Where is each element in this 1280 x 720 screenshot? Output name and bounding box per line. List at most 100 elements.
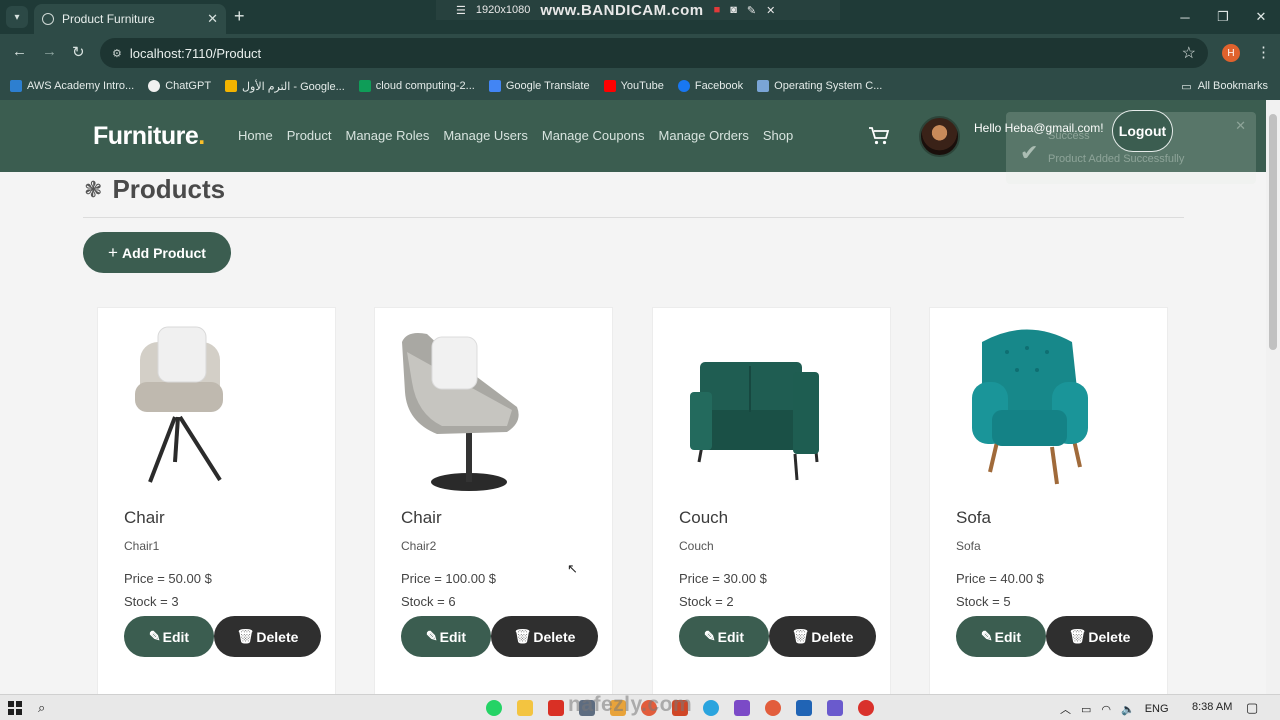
trash-icon: 🗑 <box>791 628 810 644</box>
nav-link-shop[interactable]: Shop <box>763 128 793 143</box>
product-name: Sofa <box>956 508 991 527</box>
scrollbar-thumb[interactable] <box>1269 114 1277 350</box>
profile-avatar[interactable]: H <box>1222 44 1240 62</box>
delete-button[interactable]: 🗑 Delete <box>491 616 598 657</box>
edit-button[interactable]: ✎ Edit <box>124 616 214 657</box>
acrobat-icon[interactable] <box>548 700 564 716</box>
product-price: Price = 40.00 $ <box>956 571 1044 586</box>
bookmark-item[interactable]: AWS Academy Intro... <box>10 80 134 92</box>
logout-button[interactable]: Logout <box>1112 110 1173 152</box>
record-icon: ■ <box>713 4 721 16</box>
volume-icon[interactable]: 🔈 <box>1121 703 1135 716</box>
toast-close-icon[interactable]: ✕ <box>1235 118 1246 134</box>
maximize-button[interactable]: ❐ <box>1204 0 1242 34</box>
product-price: Price = 100.00 $ <box>401 571 497 586</box>
search-icon[interactable]: ⌕ <box>38 700 45 716</box>
address-bar[interactable]: ⚙ localhost:7110/Product ☆ <box>100 38 1208 68</box>
close-icon: ✕ <box>766 4 776 17</box>
product-card: Sofa Sofa Price = 40.00 $ Stock = 5 ✎ Edi… <box>929 307 1168 694</box>
product-card: Chair Chair1 Price = 50.00 $ Stock = 3 ✎… <box>97 307 336 694</box>
bookmark-item[interactable]: ChatGPT <box>148 80 211 92</box>
checkmark-icon: ✔ <box>1020 140 1039 165</box>
taskbar-clock[interactable]: 8:38 AM <box>1192 701 1232 713</box>
recorder-brand: www.BANDICAM.com <box>540 1 704 19</box>
reload-button[interactable]: ↻ <box>72 43 85 61</box>
edit-button[interactable]: ✎ Edit <box>956 616 1046 657</box>
window-controls: ─ ❐ ✕ <box>1166 0 1280 34</box>
product-description: Couch <box>679 539 714 553</box>
site-logo[interactable]: Furniture. <box>93 122 205 151</box>
windows-start-icon[interactable] <box>8 701 22 715</box>
chevron-up-icon[interactable]: ︿ <box>1060 701 1071 717</box>
whatsapp-icon[interactable] <box>486 700 502 716</box>
url-text[interactable]: localhost:7110/Product <box>130 46 1182 61</box>
tab-search-button[interactable]: ▾ <box>6 6 28 28</box>
site-info-icon[interactable]: ⚙ <box>112 47 122 60</box>
trash-icon: 🗑 <box>513 628 532 644</box>
bookmark-item[interactable]: Facebook <box>677 80 743 92</box>
browser-tabstrip: ▾ Product Furniture ✕ + ☰ 1920x1080 www.… <box>0 0 1280 34</box>
user-avatar[interactable] <box>919 116 960 157</box>
nav-link-manage-coupons[interactable]: Manage Coupons <box>542 128 645 143</box>
nav-link-manage-users[interactable]: Manage Users <box>443 128 528 143</box>
cart-icon[interactable] <box>868 126 890 151</box>
cloud-icon <box>10 80 22 92</box>
edit-button[interactable]: ✎ Edit <box>401 616 491 657</box>
file-explorer-icon[interactable] <box>517 700 533 716</box>
delete-button[interactable]: 🗑 Delete <box>769 616 876 657</box>
delete-button[interactable]: 🗑 Delete <box>214 616 321 657</box>
page-scrollbar[interactable] <box>1266 100 1280 694</box>
bookmark-item[interactable]: Google Translate <box>488 80 590 92</box>
tab-title: Product Furniture <box>62 12 155 26</box>
close-window-button[interactable]: ✕ <box>1242 0 1280 34</box>
product-name: Chair <box>401 508 442 527</box>
minimize-button[interactable]: ─ <box>1166 0 1204 34</box>
visual-studio-icon[interactable] <box>734 700 750 716</box>
bookmark-star-icon[interactable]: ☆ <box>1182 43 1196 63</box>
forward-button[interactable]: → <box>42 43 57 60</box>
product-stock: Stock = 3 <box>124 594 179 609</box>
plus-icon: + <box>108 242 118 262</box>
drive-icon <box>225 80 238 92</box>
wifi-icon[interactable]: ◠ <box>1101 703 1111 716</box>
product-image-chair <box>135 326 223 483</box>
new-tab-button[interactable]: + <box>234 7 245 25</box>
language-indicator[interactable]: ENG <box>1145 703 1169 715</box>
nav-link-home[interactable]: Home <box>238 128 273 143</box>
add-product-button[interactable]: + Add Product <box>83 232 231 273</box>
terminal-icon[interactable] <box>827 700 843 716</box>
product-card: Chair Chair2 Price = 100.00 $ Stock = 6 … <box>374 307 613 694</box>
page-title: Products <box>112 174 226 204</box>
browser-tab[interactable]: Product Furniture ✕ <box>34 4 226 34</box>
bookmark-item[interactable]: YouTube <box>603 80 664 92</box>
nav-link-manage-roles[interactable]: Manage Roles <box>346 128 430 143</box>
product-price: Price = 30.00 $ <box>679 571 767 586</box>
bookmark-item[interactable]: cloud computing-2... <box>358 80 475 92</box>
notification-icon[interactable]: ▢ <box>1246 700 1258 716</box>
edit-button[interactable]: ✎ Edit <box>679 616 769 657</box>
nav-link-product[interactable]: Product <box>287 128 332 143</box>
recorder-bar: ☰ 1920x1080 www.BANDICAM.com ■ ◙ ✎ ✕ <box>436 0 840 20</box>
mail-icon[interactable] <box>796 700 812 716</box>
trash-icon: 🗑 <box>1068 628 1087 644</box>
recorder-resolution: 1920x1080 <box>475 4 531 16</box>
browser-menu-icon[interactable]: ⋮ <box>1256 43 1271 61</box>
watermark-text: nafezly.com <box>568 693 693 716</box>
bookmark-item[interactable]: Operating System C... <box>757 80 882 92</box>
bandicam-icon[interactable] <box>858 700 874 716</box>
product-image-couch <box>690 362 819 481</box>
flower-icon: ❃ <box>84 176 103 202</box>
bookmark-item[interactable]: الترم الأول - Google... <box>225 80 345 93</box>
delete-button[interactable]: 🗑 Delete <box>1046 616 1153 657</box>
nav-link-manage-orders[interactable]: Manage Orders <box>659 128 749 143</box>
text-cursor-icon: ↖ <box>567 561 578 576</box>
all-bookmarks-button[interactable]: ▭ All Bookmarks <box>1181 72 1268 100</box>
battery-icon[interactable]: ▭ <box>1081 703 1091 716</box>
toast-title: Success <box>1048 130 1090 142</box>
telegram-icon[interactable] <box>703 700 719 716</box>
globe-icon <box>42 13 54 25</box>
chatgpt-icon <box>148 80 161 92</box>
back-button[interactable]: ← <box>12 43 27 60</box>
tab-close-icon[interactable]: ✕ <box>207 11 218 27</box>
chrome-active-icon[interactable] <box>765 700 781 716</box>
